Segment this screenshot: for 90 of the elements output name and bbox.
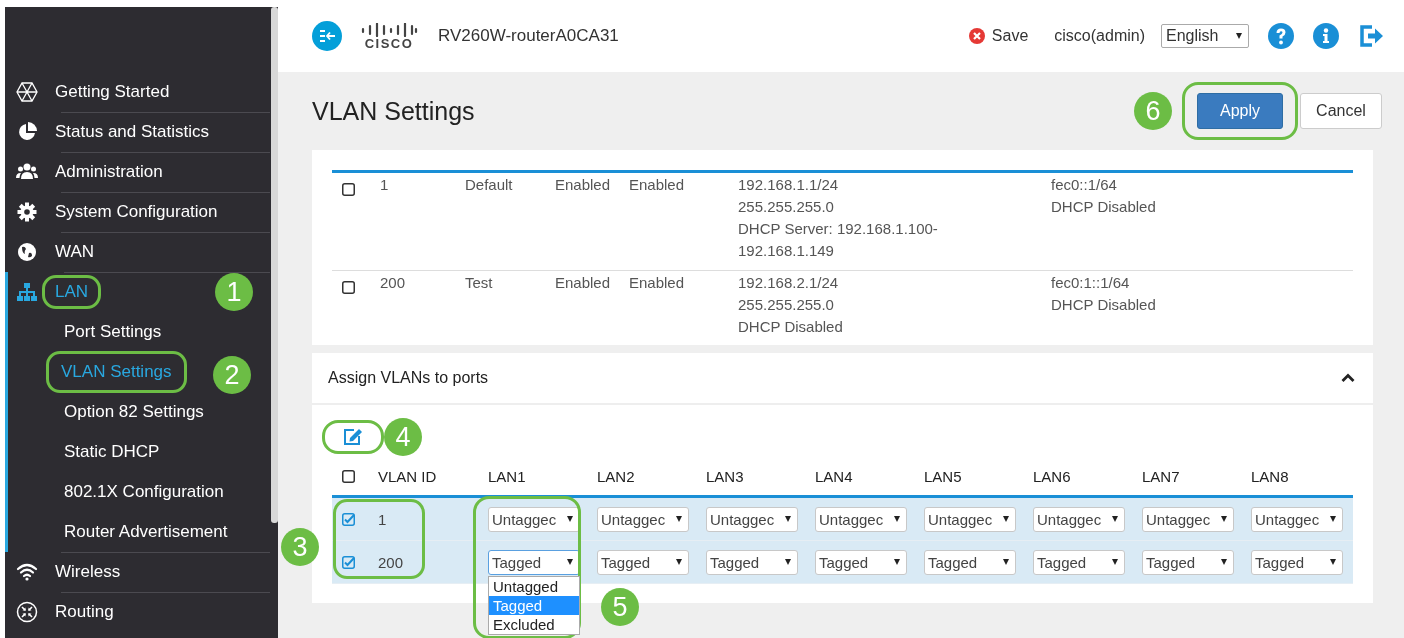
edit-icon[interactable] [343,428,363,446]
column-header: LAN7 [1142,467,1181,485]
table-cell-text: 1 [378,510,388,528]
column-header: LAN6 [1033,467,1072,485]
port-select[interactable]: Tagged [488,549,580,575]
wifi-icon [16,563,38,581]
apply-button[interactable]: Apply [1197,93,1283,129]
nav-subitem[interactable]: VLAN Settings [46,351,187,393]
table-row[interactable]: 1 Untaggec Untaggec Untaggec Untaggec Untaggec Untaggec Untaggec Untaggec [332,498,1353,541]
column-header: LAN2 [597,467,636,485]
step-number-badge: 6 [1134,92,1172,130]
nav-item[interactable]: Wireless [55,562,121,582]
save-link[interactable]: Save [968,27,1029,45]
step-number-badge: 3 [281,528,319,566]
column-header: LAN1 [488,467,527,485]
dropdown-option[interactable]: Untagged [489,576,579,596]
nav-item[interactable]: Status and Statistics [55,122,210,142]
port-select[interactable]: Untaggec [1251,506,1343,532]
table-cell-text: Default [465,175,514,195]
scrollbar[interactable] [271,7,278,523]
port-select[interactable]: Tagged [706,549,798,575]
table-cell-text: 200 [378,553,405,571]
section-title: Assign VLANs to ports [328,369,489,387]
table-cell-text: Test [465,273,494,293]
table-cell-text: fec0::1/64 DHCP Disabled [1051,175,1157,217]
column-header: LAN8 [1251,467,1290,485]
nav-item[interactable]: Administration [55,162,163,182]
port-select[interactable]: Untaggec [488,506,580,532]
step-number-badge: 2 [213,356,251,394]
table-cell-text: Enabled [629,175,686,195]
port-select[interactable]: Untaggec [1142,506,1234,532]
globe-icon [16,241,38,263]
logout-icon[interactable] [1358,24,1384,48]
info-icon[interactable] [1313,23,1339,49]
nav-subitem[interactable]: Router Advertisement [64,522,228,542]
polyhedron-icon [16,81,38,103]
port-select[interactable]: Tagged [1142,549,1234,575]
step-number-badge: 5 [601,588,639,626]
network-icon [16,282,38,302]
collapse-menu-icon[interactable] [312,21,342,51]
port-select[interactable]: Untaggec [815,506,907,532]
port-select[interactable]: Tagged [815,549,907,575]
port-select[interactable]: Untaggec [706,506,798,532]
nav-item[interactable]: LAN [42,275,102,309]
column-header: VLAN ID [378,467,438,485]
user-name: cisco(admin) [1054,27,1145,45]
chevron-up-icon[interactable] [1341,373,1355,383]
table-cell-text: fec0:1::1/64 DHCP Disabled [1051,273,1157,315]
column-header: LAN4 [815,467,854,485]
row-checkbox[interactable] [342,183,355,196]
port-select[interactable]: Tagged [924,549,1016,575]
table-cell-text: 200 [380,273,407,293]
table-cell-text: 192.168.1.1/24 255.255.255.0 DHCP Server: 192.168.1.100- 192.168.1.149 [738,175,939,261]
step-number-badge: 1 [215,273,253,311]
table-cell-text: 1 [380,175,390,195]
row-checkbox[interactable] [342,281,355,294]
device-name: RV260W-routerA0CA31 [438,26,619,46]
port-select[interactable]: Tagged [1033,549,1125,575]
language-select[interactable]: English [1161,24,1249,48]
table-cell-text: Enabled [555,175,612,195]
nav-subitem[interactable]: Port Settings [64,322,162,342]
nav-item[interactable]: Routing [55,602,114,622]
port-select[interactable]: Untaggec [597,506,689,532]
port-select[interactable]: Tagged [597,549,689,575]
help-icon[interactable] [1268,23,1294,49]
nav-item[interactable]: System Configuration [55,202,218,222]
nav-subitem[interactable]: Static DHCP [64,442,160,462]
port-select[interactable]: Untaggec [924,506,1016,532]
step-number-badge: 4 [384,418,422,456]
column-header: LAN5 [924,467,963,485]
table-cell-text: Enabled [629,273,686,293]
dropdown-option[interactable]: Excluded [489,614,579,634]
error-icon [968,28,985,44]
cisco-logo: CISCO [360,22,418,50]
row-checkbox[interactable] [342,555,355,569]
port-select[interactable]: Untaggec [1033,506,1125,532]
nav-subitem[interactable]: 802.1X Configuration [64,482,224,502]
nav-item[interactable]: WAN [55,242,95,262]
table-cell-text: 192.168.2.1/24 255.255.255.0 DHCP Disabled [738,273,844,337]
table-cell-text: Enabled [555,273,612,293]
select-all-checkbox[interactable] [342,469,355,483]
column-header: LAN3 [706,467,745,485]
page-title: VLAN Settings [312,96,476,126]
row-checkbox[interactable] [342,512,355,526]
pie-chart-icon [16,121,38,143]
routing-icon [16,601,38,623]
nav-item[interactable]: Getting Started [55,82,170,102]
nav-subitem[interactable]: Option 82 Settings [64,402,204,422]
cancel-button[interactable]: Cancel [1300,93,1382,129]
port-select[interactable]: Tagged [1251,549,1343,575]
